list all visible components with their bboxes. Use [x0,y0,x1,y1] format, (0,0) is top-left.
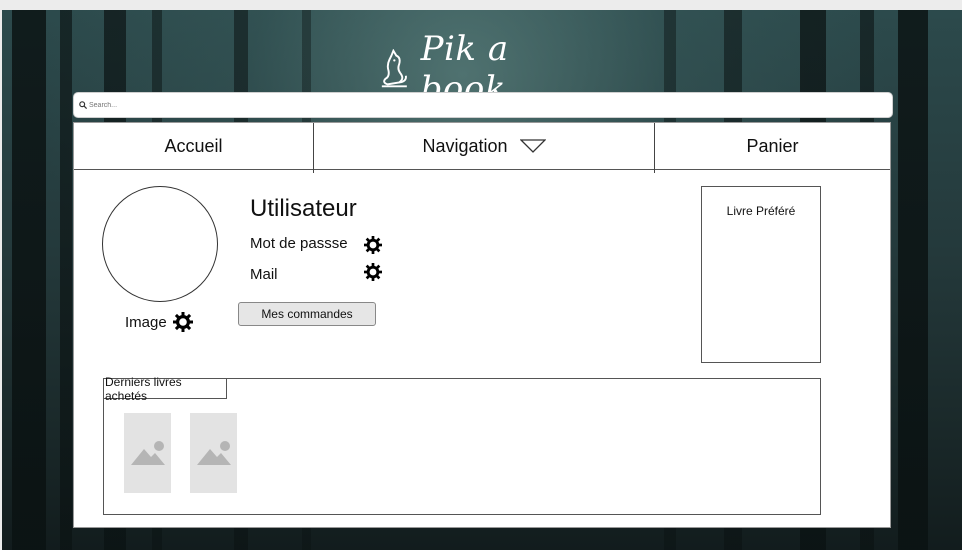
nav-label-panier: Panier [746,135,799,156]
nav-item-navigation[interactable]: Navigation [314,123,654,169]
my-orders-button[interactable]: Mes commandes [238,302,376,326]
gear-icon[interactable] [364,236,382,254]
chevron-down-icon[interactable] [519,139,546,153]
favorite-book-box[interactable]: Livre Préféré [701,186,821,363]
search-input[interactable] [89,101,869,109]
username: Utilisateur [250,195,357,222]
favorite-book-label: Livre Préféré [726,204,796,218]
avatar[interactable] [102,186,218,302]
image-label: Image [125,313,167,331]
password-label: Mot de passse [250,235,348,252]
nav-label-navigation: Navigation [422,135,508,156]
cat-logo-icon [381,49,407,88]
nav-item-accueil[interactable]: Accueil [74,123,313,169]
site-logo[interactable]: Pik a book [378,29,598,109]
book-thumbnail[interactable] [124,413,171,493]
main-panel: Accueil Navigation Panier Image Utilisat… [73,122,891,528]
gear-icon[interactable] [172,312,193,332]
forest-background: Pik a book Accueil Navigation Panier [2,10,962,550]
nav-label-accueil: Accueil [164,135,223,156]
image-setting: Image [125,312,193,332]
main-nav: Accueil Navigation Panier [74,123,890,173]
image-placeholder-icon [130,441,165,465]
gear-icon[interactable] [364,263,382,281]
image-placeholder-icon [196,441,231,465]
mail-label: Mail [250,266,278,283]
nav-item-panier[interactable]: Panier [655,123,890,169]
book-thumbnail[interactable] [190,413,237,493]
search-icon [79,101,87,109]
recent-books-section: Derniers livres achetés [103,375,821,515]
recent-books-label: Derniers livres achetés [103,375,227,403]
search-bar[interactable] [73,92,893,118]
